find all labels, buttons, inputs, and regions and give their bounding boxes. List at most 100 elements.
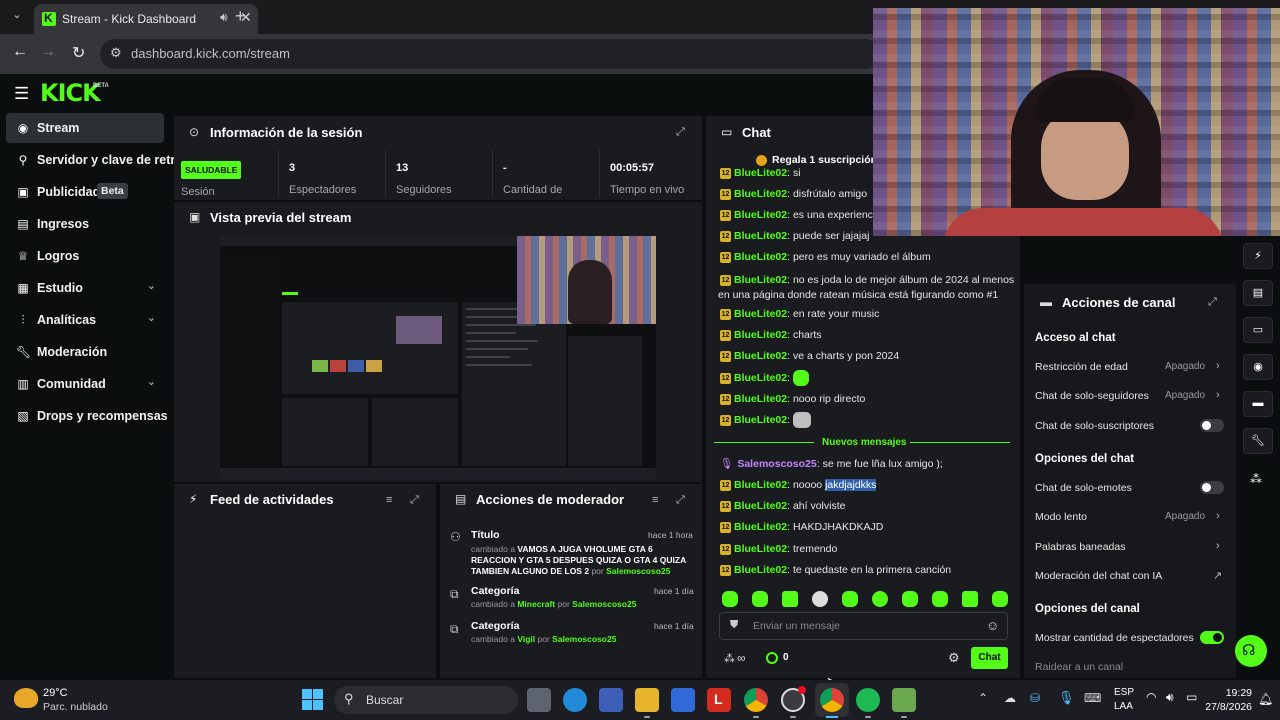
- emote-icon[interactable]: [722, 591, 738, 607]
- back-icon[interactable]: ←: [12, 43, 28, 61]
- pinned-gift-banner[interactable]: Regala 1 suscripción p: [756, 154, 886, 166]
- site-info-icon[interactable]: ⚙: [110, 45, 122, 61]
- reload-icon[interactable]: ↻: [72, 43, 85, 63]
- microphone-icon[interactable]: 🎙︎: [1058, 690, 1075, 706]
- clock-date[interactable]: 27/8/2026: [1202, 701, 1252, 713]
- chat-username[interactable]: BlueLite02: [734, 230, 787, 242]
- chat-settings-gear-icon[interactable]: ⚙: [948, 650, 960, 666]
- sidebar-item-community[interactable]: ▥ Comunidad ⌄: [6, 369, 164, 399]
- chat-username[interactable]: BlueLite02: [734, 521, 787, 533]
- chat-username[interactable]: BlueLite02: [734, 308, 787, 320]
- chat-username[interactable]: BlueLite02: [734, 274, 787, 286]
- age-restriction-label[interactable]: Restricción de edad: [1035, 361, 1128, 373]
- sidebar-item-achievements[interactable]: ♕ Logros: [6, 241, 164, 271]
- expand-icon[interactable]: ⤢: [410, 494, 419, 507]
- chevron-right-icon[interactable]: ›: [1216, 360, 1220, 372]
- expand-icon[interactable]: ⤢: [1208, 296, 1217, 309]
- language-code[interactable]: ESP: [1114, 687, 1134, 698]
- emote-icon[interactable]: [932, 591, 948, 607]
- subscribers-only-toggle[interactable]: [1200, 419, 1224, 432]
- rail-bolt-button[interactable]: ⚡︎: [1243, 243, 1273, 269]
- followers-only-label[interactable]: Chat de solo-seguidores: [1035, 390, 1149, 402]
- edge-icon[interactable]: [563, 688, 587, 712]
- rail-points-icon[interactable]: ⁂: [1250, 472, 1262, 486]
- file-explorer-icon[interactable]: [635, 688, 659, 712]
- tray-network-drive-icon[interactable]: ⛁: [1030, 691, 1040, 705]
- chevron-right-icon[interactable]: ›: [1216, 510, 1220, 522]
- expand-icon[interactable]: ⤢: [676, 494, 685, 507]
- chat-username[interactable]: BlueLite02: [734, 350, 787, 362]
- sidebar-item-stream-key[interactable]: ⚲ Servidor y clave de retransmisión: [6, 145, 176, 175]
- start-button[interactable]: [302, 689, 324, 711]
- emote-icon[interactable]: [992, 591, 1008, 607]
- clock-time[interactable]: 19:29: [1212, 687, 1252, 699]
- mod-action-user[interactable]: Salemoscoso25: [572, 599, 636, 609]
- emote-icon[interactable]: [782, 591, 798, 607]
- spotify-icon[interactable]: [856, 688, 880, 712]
- kicks-icon[interactable]: [766, 652, 778, 664]
- browser-tab[interactable]: Stream - Kick Dashboard 🔊︎ ✕: [34, 4, 258, 34]
- mod-action-user[interactable]: Salemoscoso25: [606, 566, 670, 576]
- weather-desc[interactable]: Parc. nublado: [43, 701, 108, 713]
- url-text[interactable]: dashboard.kick.com/stream: [131, 46, 290, 61]
- l-app-icon[interactable]: L: [707, 688, 731, 712]
- filter-icon[interactable]: ≡: [386, 494, 392, 506]
- slow-mode-label[interactable]: Modo lento: [1035, 511, 1087, 523]
- chat-username[interactable]: BlueLite02: [734, 167, 787, 179]
- search-placeholder[interactable]: Buscar: [366, 693, 403, 707]
- sidebar-item-drops[interactable]: ▧ Drops y recompensas: [6, 401, 167, 431]
- tab-search-icon[interactable]: ⌄: [8, 8, 26, 26]
- emote-icon[interactable]: [872, 591, 888, 607]
- weather-temp[interactable]: 29°C: [43, 687, 68, 699]
- kick-logo[interactable]: KICK: [40, 79, 101, 107]
- battery-icon[interactable]: ▭: [1186, 690, 1197, 704]
- ai-moderation-label[interactable]: Moderación del chat con IA: [1035, 570, 1162, 582]
- chevron-right-icon[interactable]: ›: [1216, 540, 1220, 552]
- banned-words-label[interactable]: Palabras baneadas: [1035, 541, 1126, 553]
- mod-action-value[interactable]: Vigil: [517, 634, 535, 644]
- notifications-bell-icon[interactable]: 🔔︎: [1258, 692, 1273, 706]
- menu-icon[interactable]: ☰: [14, 84, 29, 104]
- keyboard-icon[interactable]: ⌨: [1084, 691, 1101, 705]
- taskbar-search[interactable]: ⚲ Buscar: [334, 686, 518, 714]
- audio-playing-icon[interactable]: 🔊︎: [220, 10, 228, 25]
- rail-chat-button[interactable]: ▭: [1243, 317, 1273, 343]
- keyboard-layout[interactable]: LAA: [1114, 701, 1133, 712]
- external-link-icon[interactable]: ↗: [1213, 569, 1222, 582]
- chat-username[interactable]: BlueLite02: [734, 251, 787, 263]
- forward-icon[interactable]: →: [40, 43, 56, 61]
- emote-icon[interactable]: [842, 591, 858, 607]
- outlook-icon[interactable]: [599, 688, 623, 712]
- chat-username[interactable]: BlueLite02: [734, 500, 787, 512]
- mod-action-value[interactable]: Minecraft: [517, 599, 555, 609]
- filter-icon[interactable]: ≡: [652, 494, 658, 506]
- rail-list-button[interactable]: ▤: [1243, 280, 1273, 306]
- volume-icon[interactable]: 🔊︎: [1166, 690, 1174, 705]
- chrome-icon[interactable]: [744, 688, 768, 712]
- address-bar[interactable]: ⚙ dashboard.kick.com/stream: [100, 39, 880, 69]
- sidebar-item-analytics[interactable]: ⫶ Analíticas ⌄: [6, 305, 164, 335]
- minecraft-icon[interactable]: [892, 688, 916, 712]
- chat-username[interactable]: BlueLite02: [734, 414, 787, 426]
- chat-send-button[interactable]: Chat: [971, 647, 1008, 669]
- chrome-active-icon[interactable]: [820, 688, 844, 712]
- expand-icon[interactable]: ⤢: [676, 126, 685, 139]
- emoji-picker-icon[interactable]: ☺: [986, 618, 999, 633]
- emote-icon[interactable]: [962, 591, 978, 607]
- raid-channel-label[interactable]: Raidear a un canal: [1035, 661, 1123, 673]
- emote-only-toggle[interactable]: [1200, 481, 1224, 494]
- sidebar-item-studio[interactable]: ▦ Estudio ⌄: [6, 273, 164, 303]
- sidebar-item-moderation[interactable]: 🔧︎ Moderación: [6, 337, 164, 367]
- rail-stream-button[interactable]: ◉: [1243, 354, 1273, 380]
- chat-username[interactable]: BlueLite02: [734, 329, 787, 341]
- chat-username[interactable]: BlueLite02: [734, 543, 787, 555]
- rail-mod-button[interactable]: 🔧︎: [1243, 428, 1273, 454]
- chat-username[interactable]: BlueLite02: [734, 479, 787, 491]
- show-viewers-toggle[interactable]: [1200, 631, 1224, 644]
- weather-icon[interactable]: [14, 688, 38, 708]
- emote-icon[interactable]: [812, 591, 828, 607]
- stream-preview-video[interactable]: [220, 236, 656, 480]
- chat-username[interactable]: Salemoscoso25: [737, 458, 816, 470]
- chat-username[interactable]: BlueLite02: [734, 564, 787, 576]
- rail-actions-button[interactable]: ▬: [1243, 391, 1273, 417]
